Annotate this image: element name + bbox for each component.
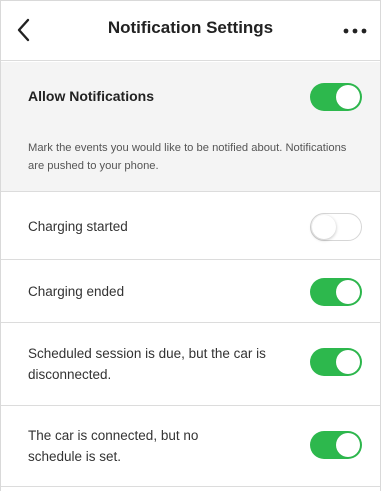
- toggle-knob: [336, 350, 360, 374]
- header-bar: Notification Settings: [1, 1, 380, 61]
- charging-ended-toggle[interactable]: [310, 278, 362, 306]
- allow-notifications-toggle[interactable]: [310, 83, 362, 111]
- row-charging-started: Charging started: [1, 193, 380, 260]
- no-schedule-toggle[interactable]: [310, 431, 362, 459]
- notification-settings-screen: Notification Settings Allow Notification…: [0, 0, 381, 491]
- toggle-knob: [336, 85, 360, 109]
- more-horizontal-icon: [343, 28, 367, 34]
- scheduled-session-toggle[interactable]: [310, 348, 362, 376]
- allow-notifications-label: Allow Notifications: [28, 88, 154, 104]
- toggle-knob: [336, 280, 360, 304]
- more-options-button[interactable]: [340, 19, 370, 43]
- row-no-schedule-set: The car is connected, but no schedule is…: [1, 407, 380, 487]
- allow-notifications-section: Allow Notifications Mark the events you …: [1, 62, 380, 192]
- charging-started-toggle[interactable]: [310, 213, 362, 241]
- row-scheduled-session-due: Scheduled session is due, but the car is…: [1, 324, 380, 406]
- row-charging-ended: Charging ended: [1, 261, 380, 323]
- row-label: The car is connected, but no schedule is…: [28, 428, 199, 464]
- page-title: Notification Settings: [107, 18, 274, 37]
- row-label: Charging ended: [28, 284, 125, 299]
- toggle-knob: [336, 433, 360, 457]
- row-label: Charging started: [28, 219, 128, 234]
- toggle-knob: [312, 215, 336, 239]
- allow-notifications-description: Mark the events you would like to be not…: [28, 142, 347, 172]
- row-label: Scheduled session is due, but the car is…: [28, 346, 266, 382]
